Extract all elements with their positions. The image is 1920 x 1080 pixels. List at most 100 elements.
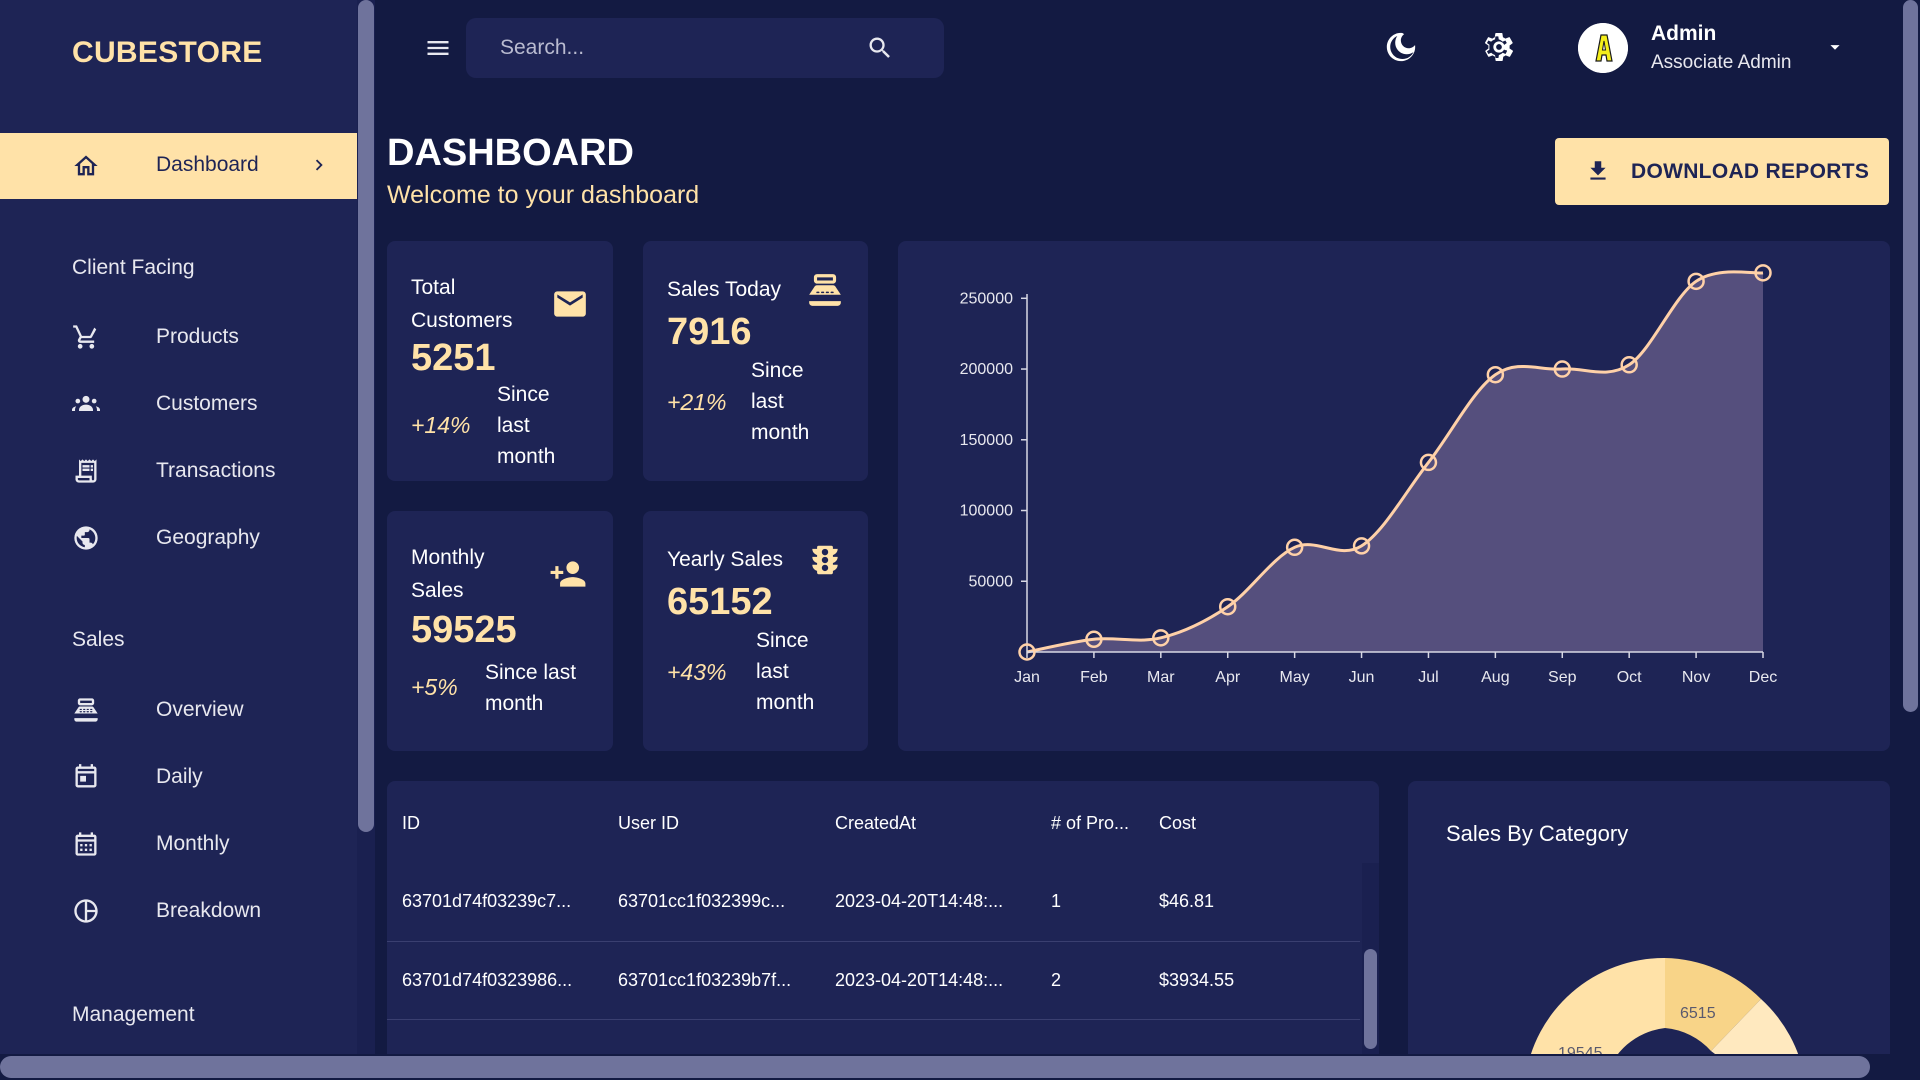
user-role: Associate Admin	[1651, 52, 1792, 73]
person-add-icon	[550, 561, 586, 587]
column-header-user-id[interactable]: User ID	[618, 813, 679, 834]
shopping-cart-icon	[73, 325, 97, 349]
dropdown-arrow-icon[interactable]	[1824, 36, 1846, 58]
column-header-id[interactable]: ID	[402, 813, 420, 834]
sidebar-item-label: Overview	[156, 698, 244, 721]
sidebar-item-breakdown[interactable]: Breakdown	[0, 888, 357, 934]
chart-x-tick-label: Sep	[1548, 669, 1577, 686]
page-horizontal-scrollbar[interactable]	[0, 1056, 1870, 1078]
stat-increase: +21%	[667, 389, 727, 415]
sidebar-item-daily[interactable]: Daily	[0, 754, 357, 800]
settings-icon[interactable]	[1482, 30, 1516, 64]
point-of-sale-icon	[74, 698, 98, 722]
page-vertical-scrollbar[interactable]	[1903, 0, 1918, 712]
column-header-cost[interactable]: Cost	[1159, 813, 1196, 834]
today-icon	[75, 764, 97, 788]
chart-y-tick-label: 250000	[960, 290, 1013, 307]
page-title: DASHBOARD	[387, 132, 634, 174]
chart-x-tick-label: Aug	[1481, 669, 1509, 686]
pie-label-6515: 6515	[1680, 1005, 1716, 1022]
stat-since: Since last month	[485, 657, 576, 719]
stat-value: 65152	[667, 581, 773, 623]
stat-since-line: Since	[756, 629, 809, 652]
stat-since-line: month	[751, 421, 810, 444]
home-icon	[74, 155, 98, 176]
stat-card-yearly-sales: Yearly Sales 65152 +43% Since last month	[643, 511, 868, 751]
stat-since-line: month	[756, 691, 815, 714]
sidebar-item-dashboard[interactable]: Dashboard	[0, 133, 357, 199]
chart-y-tick-label: 50000	[969, 573, 1014, 590]
table-scrollbar[interactable]	[1364, 949, 1377, 1049]
stat-increase: +43%	[667, 659, 727, 685]
globe-icon	[74, 526, 98, 550]
sidebar-item-label: Geography	[156, 526, 260, 549]
chart-x-tick-label: Feb	[1080, 669, 1108, 686]
sidebar-item-monthly[interactable]: Monthly	[0, 821, 357, 867]
chart-y-tick-label: 100000	[960, 503, 1013, 520]
sales-chart-card: 50000 100000 150000 200000 250000 Jan Feb Mar Ap…	[898, 241, 1890, 751]
category-pie-chart[interactable]: 19545 6515	[1408, 781, 1890, 1080]
stat-since-line: month	[485, 692, 544, 715]
email-icon	[554, 291, 586, 317]
cell-id: 63701d74f03239c7...	[402, 891, 572, 911]
dark-mode-icon[interactable]	[1384, 30, 1418, 64]
stat-since-line: last	[756, 660, 789, 683]
search-input[interactable]	[500, 32, 880, 64]
stat-since: Since last month	[756, 625, 814, 718]
stat-title: Yearly Sales	[667, 548, 783, 571]
cell-products: 2	[1051, 970, 1062, 990]
cell-id: 63701d74f0323986...	[402, 970, 573, 990]
cell-user-id: 63701cc1f032399c...	[618, 891, 786, 911]
stat-title-line: Monthly	[411, 546, 485, 569]
calendar-month-icon	[75, 832, 97, 856]
stat-title: Sales Today	[667, 278, 782, 301]
download-reports-label: DOWNLOAD REPORTS	[1631, 160, 1870, 183]
stat-title-line: Customers	[411, 309, 513, 332]
chart-y-tick-label: 150000	[960, 432, 1013, 449]
sidebar-item-transactions[interactable]: Transactions	[0, 448, 357, 494]
stat-increase: +14%	[411, 412, 471, 438]
stat-since-line: Since last	[485, 661, 577, 684]
cell-cost: $3934.55	[1159, 970, 1235, 990]
sales-line-chart[interactable]: 50000 100000 150000 200000 250000 Jan Feb Mar Ap…	[898, 241, 1890, 751]
section-title-sales: Sales	[72, 628, 125, 651]
avatar[interactable]	[1578, 23, 1628, 73]
sidebar-item-overview[interactable]: Overview	[0, 687, 357, 733]
brand-logo[interactable]: CUBESTORE	[72, 36, 263, 70]
sidebar-item-label: Products	[156, 325, 239, 348]
download-reports-button[interactable]: DOWNLOAD REPORTS	[1555, 138, 1889, 205]
sidebar-item-products[interactable]: Products	[0, 314, 357, 360]
table-row[interactable]: 63701d74f03239c7... 63701cc1f032399c... …	[387, 863, 1360, 941]
chart-x-tick-label: Dec	[1749, 669, 1777, 686]
column-header-products[interactable]: # of Pro...	[1051, 813, 1129, 834]
section-title-management: Management	[72, 1003, 195, 1026]
sidebar-scrollbar[interactable]	[358, 0, 374, 832]
cell-user-id: 63701cc1f03239b7f...	[618, 970, 792, 990]
cell-created-at: 2023-04-20T14:48:...	[835, 970, 1004, 990]
sidebar-item-label: Daily	[156, 765, 203, 788]
chart-x-tick-label: Apr	[1215, 669, 1241, 686]
column-header-created-at[interactable]: CreatedAt	[835, 813, 916, 834]
table-row[interactable]: 63701d74f0323986... 63701cc1f03239b7f...…	[387, 941, 1360, 1019]
page-subtitle: Welcome to your dashboard	[387, 181, 700, 209]
table-scroll-track	[1362, 863, 1379, 1080]
cell-created-at: 2023-04-20T14:48:...	[835, 891, 1004, 911]
stat-card-total-customers: Total Customers 5251 +14% Since last mon…	[387, 241, 613, 481]
stat-card-sales-today: Sales Today 7916 +21% Since last month	[643, 241, 868, 481]
chart-x-tick-label: Jan	[1014, 669, 1040, 686]
chart-x-tick-label: Nov	[1682, 669, 1710, 686]
stat-since-line: Since	[751, 359, 804, 382]
chart-y-tick-label: 200000	[960, 361, 1013, 378]
stat-since-line: Since	[497, 383, 550, 406]
chart-x-tick-label: May	[1280, 669, 1310, 686]
chart-x-tick-label: Jul	[1418, 669, 1438, 686]
pie-chart-icon	[74, 899, 98, 923]
sidebar-item-customers[interactable]: Customers	[0, 381, 357, 427]
sidebar-item-geography[interactable]: Geography	[0, 515, 357, 561]
search-icon[interactable]	[866, 34, 894, 62]
stat-since-line: last	[751, 390, 784, 413]
search-bar	[466, 18, 944, 78]
traffic-icon	[812, 545, 838, 575]
menu-icon[interactable]	[424, 34, 452, 62]
cell-products: 1	[1051, 891, 1062, 911]
